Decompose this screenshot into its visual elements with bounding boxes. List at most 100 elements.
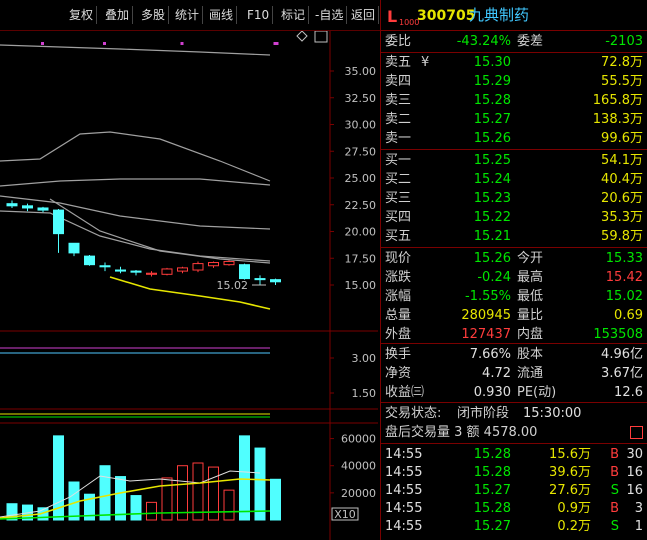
toolbar-button-8[interactable]: 返回 [348,6,380,24]
buy-volume: 54.1万 [601,153,643,168]
sell-level-3: 卖三 15.28 165.8万 [381,91,647,110]
candle-body [84,255,95,266]
sell-price[interactable]: 15.27 [474,110,511,129]
sell-price[interactable]: 15.30 [474,53,511,72]
buy-price[interactable]: 15.21 [474,227,511,246]
stat-value-2: 3.67亿 [601,366,643,381]
volume-bar [115,476,126,521]
tick-price: 15.27 [473,519,511,534]
stat-value: 7.66% [469,347,511,362]
tick-time: 14:55 [385,501,423,516]
stock-header: L 1000 300705 九典制药 [381,6,647,28]
volume-bar [254,447,266,521]
tick-price: 15.28 [473,465,511,480]
sell-price[interactable]: 15.28 [474,91,511,110]
vol-unit-label: X10 [334,508,356,521]
kline-chart[interactable]: 35.00 32.50 30.00 27.50 25.00 22.50 20.00 17.50… [0,31,378,540]
tick-time: 14:55 [385,483,423,498]
price-axis-label: 22.50 [345,199,377,212]
quote-label-2: 内盘 [517,327,544,342]
candle-body [130,270,142,273]
toolbar-button-2[interactable]: 多股 [138,6,170,24]
quote-value-2: 15.42 [605,270,643,285]
trade-status-row: 交易状态: 闭市阶段 15:30:00 [381,404,647,423]
stat-value-2: 4.96亿 [601,347,643,362]
sell-label: 卖三 [385,93,412,108]
quote-value: 127437 [461,327,511,342]
tick-side: B [610,447,619,462]
tick-price: 15.28 [473,447,511,462]
price-axis-label: 35.00 [345,65,377,78]
buy-price[interactable]: 15.24 [474,170,511,189]
toolbar-button-5[interactable]: F10 [244,6,274,24]
candle-body [239,264,250,280]
stat-label-2: PE(动) [517,385,557,400]
weibi-value: -43.24% [456,34,511,49]
buy-volume: 40.4万 [601,172,643,187]
tick-volume: 0.2万 [557,519,591,534]
toolbar-button-7[interactable]: -自选 [312,6,348,24]
candle-body [99,265,111,268]
marker-dot [275,42,279,45]
candle-body [161,268,173,275]
vol-axis-label: 40000 [341,460,376,473]
window-toggle-icon [314,31,328,43]
tick-price: 15.28 [473,501,511,516]
buy-level-1: 买一 15.25 54.1万 [381,151,647,170]
sell-volume: 72.8万 [601,55,643,70]
macd-axis-label: 3.00 [352,352,377,365]
price-axis-label: 30.00 [345,119,377,132]
tick-volume: 39.6万 [549,465,591,480]
ma-line-1 [0,131,271,182]
quote-value-2: 0.69 [614,308,643,323]
marker-dot [180,42,184,45]
tick-volume: 27.6万 [549,483,591,498]
tick-volume: 15.6万 [549,447,591,462]
quote-label-2: 今开 [517,251,544,266]
sell-volume: 99.6万 [601,131,643,146]
buy-price[interactable]: 15.25 [474,151,511,170]
buy-label: 买三 [385,191,412,206]
candle-body [115,269,126,272]
low-label: 15.02 [217,279,249,292]
stat-value: 0.930 [473,385,511,400]
sell-price[interactable]: 15.29 [474,72,511,91]
toolbar-button-4[interactable]: 画线 [206,6,238,24]
buy-level-5: 买五 15.21 59.8万 [381,227,647,246]
sell-level-1: 卖一 15.26 99.6万 [381,129,647,148]
buy-price[interactable]: 15.23 [474,189,511,208]
quote-value: 15.26 [473,251,511,266]
ma-line-top [0,44,271,56]
quote-row-2: 涨幅 -1.55% 最低 15.02 [381,287,647,306]
price-axis-label: 27.50 [345,145,377,158]
toolbar-button-3[interactable]: 统计 [172,6,204,24]
vol-axis-label: 20000 [341,487,376,500]
buy-volume: 20.6万 [601,191,643,206]
volume-bar [223,489,235,521]
stats-row-0: 换手 7.66% 股本 4.96亿 [381,345,647,364]
tick-side: S [610,519,619,534]
marker-dot [103,42,106,45]
sell-price[interactable]: 15.26 [474,129,511,148]
tick-row: 14:55 15.28 0.9万 B 3 [381,499,647,518]
buy-label: 买一 [385,153,412,168]
quote-value: -1.55% [465,289,511,304]
sell-label: 卖五 [385,55,412,70]
volume-bar [239,435,250,521]
toolbar-button-0[interactable]: 复权 [66,6,98,24]
toolbar-button-1[interactable]: 叠加 [102,6,134,24]
toolbar-button-6[interactable]: 标记 [278,6,310,24]
candle-body [223,260,235,266]
ma-line-2 [0,178,271,187]
buy-price[interactable]: 15.22 [474,208,511,227]
price-axis-label: 20.00 [345,226,377,239]
stat-label: 净资 [385,366,412,381]
settings-icon[interactable] [630,426,643,439]
quote-label: 现价 [385,251,412,266]
tick-side: B [610,501,619,516]
tick-count: 16 [626,465,643,480]
weibi-label: 委比 [385,34,412,49]
sell-label: 卖二 [385,112,412,127]
weicha-label: 委差 [517,34,544,49]
stock-name: 九典制药 [469,6,530,24]
